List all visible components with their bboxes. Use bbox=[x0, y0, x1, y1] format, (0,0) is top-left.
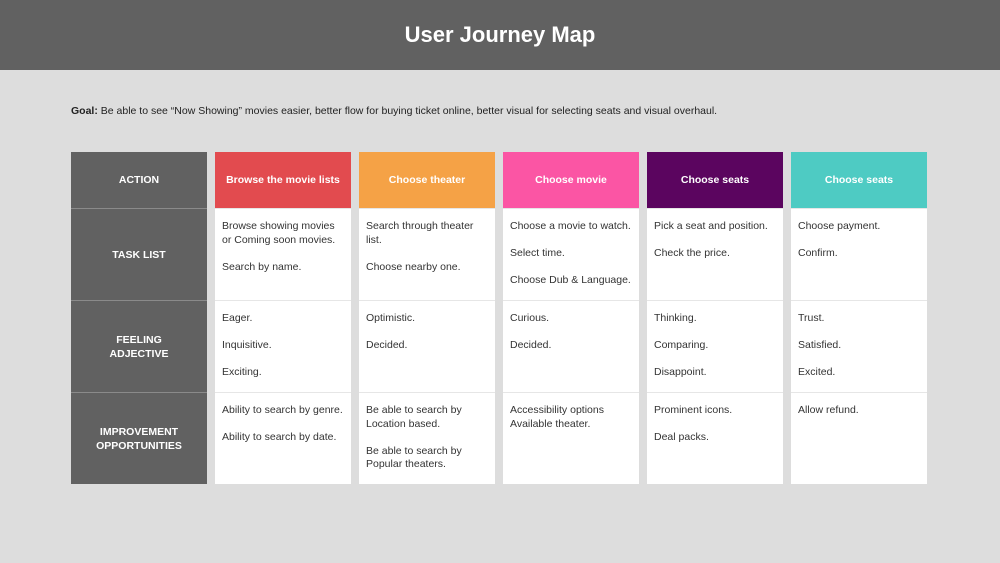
list-item: Excited. bbox=[798, 366, 836, 378]
row-label-task-list: TASK LIST bbox=[71, 208, 207, 300]
list-item: Be able to search by Location based. bbox=[366, 404, 462, 430]
list-item: Satisfied. bbox=[798, 339, 842, 351]
stage-action-header: Choose seats bbox=[647, 152, 783, 208]
opportunities-cell: Be able to search by Location based. Be a… bbox=[359, 392, 495, 484]
journey-map-grid: ACTION TASK LIST FEELING ADJECTIVE IMPRO… bbox=[71, 152, 927, 484]
feeling-cell: Curious. Decided. bbox=[503, 300, 639, 392]
list-item: Decided. bbox=[366, 339, 408, 351]
list-item: Decided. bbox=[510, 339, 552, 351]
list-item: Thinking. bbox=[654, 312, 697, 324]
stage-column: Choose theater Search through theater lis… bbox=[359, 152, 495, 484]
list-item: Trust. bbox=[798, 312, 825, 324]
list-item: Ability to search by genre. bbox=[222, 404, 343, 416]
row-label-feeling-text: FEELING ADJECTIVE bbox=[109, 333, 169, 360]
list-item: Accessibility options Available theater. bbox=[510, 404, 604, 430]
list-item: Check the price. bbox=[654, 247, 730, 259]
task-list-cell: Browse showing movies or Coming soon mov… bbox=[215, 208, 351, 300]
list-item: Choose nearby one. bbox=[366, 260, 461, 273]
row-label-opportunities: IMPROVEMENT OPPORTUNITIES bbox=[71, 392, 207, 484]
feeling-cell: Eager. Inquisitive. Exciting. bbox=[215, 300, 351, 392]
row-label-opportunities-text: IMPROVEMENT OPPORTUNITIES bbox=[96, 425, 182, 452]
list-item: Be able to search by Popular theaters. bbox=[366, 444, 462, 471]
goal-statement: Goal: Be able to see “Now Showing” movie… bbox=[71, 105, 717, 117]
row-label-column: ACTION TASK LIST FEELING ADJECTIVE IMPRO… bbox=[71, 152, 207, 484]
opportunities-cell: Prominent icons. Deal packs. bbox=[647, 392, 783, 484]
feeling-cell: Thinking. Comparing. Disappoint. bbox=[647, 300, 783, 392]
list-item: Ability to search by date. bbox=[222, 431, 337, 443]
list-item: Search through theater list. bbox=[366, 220, 474, 246]
list-item: Eager. bbox=[222, 312, 253, 324]
list-item: Disappoint. bbox=[654, 366, 707, 378]
task-list-cell: Pick a seat and position. Check the price… bbox=[647, 208, 783, 300]
goal-label: Goal: bbox=[71, 105, 98, 117]
list-item: Choose a movie to watch. bbox=[510, 220, 631, 232]
stage-action-header: Choose seats bbox=[791, 152, 927, 208]
list-item: Choose Dub & Language. bbox=[510, 274, 631, 286]
list-item: Select time. bbox=[510, 247, 565, 259]
list-item: Curious. bbox=[510, 312, 550, 324]
opportunities-cell: Ability to search by genre. Ability to se… bbox=[215, 392, 351, 484]
stage-column: Choose seats Choose payment. Confirm. Trust… bbox=[791, 152, 927, 484]
task-list-cell: Choose a movie to watch. Select time. Choo… bbox=[503, 208, 639, 300]
stage-action-header: Browse the movie lists bbox=[215, 152, 351, 208]
list-item: Exciting. bbox=[222, 366, 262, 378]
row-label-action: ACTION bbox=[71, 152, 207, 208]
stage-action-header: Choose theater bbox=[359, 152, 495, 208]
stage-column: Browse the movie lists Browse showing mov… bbox=[215, 152, 351, 484]
row-label-feeling: FEELING ADJECTIVE bbox=[71, 300, 207, 392]
goal-text: Be able to see “Now Showing” movies easi… bbox=[97, 105, 718, 117]
list-item: Choose payment. bbox=[798, 220, 881, 232]
list-item: Search by name. bbox=[222, 260, 302, 273]
stage-action-header: Choose movie bbox=[503, 152, 639, 208]
feeling-cell: Trust. Satisfied. Excited. bbox=[791, 300, 927, 392]
list-item: Browse showing movies or Coming soon mov… bbox=[222, 220, 336, 246]
list-item: Inquisitive. bbox=[222, 339, 272, 351]
feeling-cell: Optimistic. Decided. bbox=[359, 300, 495, 392]
list-item: Allow refund. bbox=[798, 404, 859, 416]
list-item: Confirm. bbox=[798, 247, 838, 259]
list-item: Optimistic. bbox=[366, 312, 416, 324]
task-list-cell: Choose payment. Confirm. bbox=[791, 208, 927, 300]
list-item: Comparing. bbox=[654, 339, 709, 351]
task-list-cell: Search through theater list. Choose nearb… bbox=[359, 208, 495, 300]
stage-column: Choose seats Pick a seat and position. Che… bbox=[647, 152, 783, 484]
list-item: Prominent icons. bbox=[654, 404, 733, 416]
opportunities-cell: Allow refund. bbox=[791, 392, 927, 484]
list-item: Deal packs. bbox=[654, 431, 709, 443]
stage-column: Choose movie Choose a movie to watch. Sele… bbox=[503, 152, 639, 484]
list-item: Pick a seat and position. bbox=[654, 220, 768, 232]
opportunities-cell: Accessibility options Available theater. bbox=[503, 392, 639, 484]
page-header: User Journey Map bbox=[0, 0, 1000, 70]
page-title: User Journey Map bbox=[404, 22, 596, 47]
